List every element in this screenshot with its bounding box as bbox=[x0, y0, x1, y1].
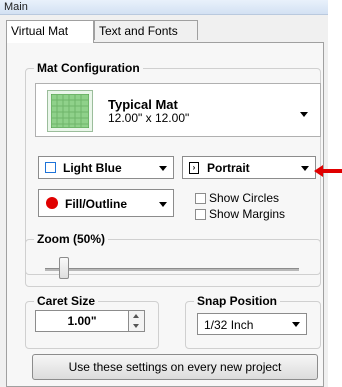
chevron-down-icon bbox=[159, 202, 167, 207]
use-settings-every-project-button[interactable]: Use these settings on every new project bbox=[32, 354, 318, 380]
mat-size: 12.00" x 12.00" bbox=[108, 111, 190, 125]
stepper-down-icon[interactable] bbox=[133, 324, 139, 328]
light-blue-square-icon bbox=[45, 162, 56, 173]
show-margins-checkbox[interactable] bbox=[195, 209, 206, 220]
green-grid-mat-icon bbox=[47, 90, 93, 132]
chevron-down-icon bbox=[292, 322, 300, 327]
show-circles-checkbox[interactable] bbox=[195, 193, 206, 204]
chevron-down-icon bbox=[300, 112, 308, 117]
snap-position-value: 1/32 Inch bbox=[204, 318, 254, 332]
mat-color-dropdown[interactable]: Light Blue bbox=[38, 156, 174, 179]
zoom-slider-track[interactable] bbox=[45, 268, 299, 271]
red-arrow-icon bbox=[314, 165, 342, 177]
panel-title: Main bbox=[0, 0, 328, 15]
snap-position-legend: Snap Position bbox=[197, 294, 278, 308]
display-mode-dropdown[interactable]: Fill/Outline bbox=[38, 189, 174, 217]
stepper-up-icon[interactable] bbox=[133, 314, 139, 318]
display-mode-value: Fill/Outline bbox=[65, 197, 127, 211]
tab-text-and-fonts[interactable]: Text and Fonts bbox=[94, 20, 198, 40]
caret-size-legend: Caret Size bbox=[37, 294, 96, 308]
orientation-dropdown[interactable]: › Portrait bbox=[182, 156, 316, 179]
zoom-group: Zoom (50%) bbox=[25, 232, 321, 287]
chevron-down-icon bbox=[301, 166, 309, 171]
caret-size-stepper[interactable] bbox=[129, 310, 145, 332]
show-margins-label: Show Margins bbox=[209, 207, 286, 221]
red-circle-icon bbox=[46, 197, 58, 209]
mat-name: Typical Mat bbox=[108, 97, 178, 112]
mat-select[interactable]: Typical Mat 12.00" x 12.00" bbox=[35, 83, 321, 137]
tab-content: Mat Configuration Typical Mat 12.00" x 1… bbox=[6, 42, 324, 387]
tab-virtual-mat[interactable]: Virtual Mat bbox=[6, 20, 94, 43]
zoom-legend: Zoom (50%) bbox=[37, 232, 106, 246]
snap-position-dropdown[interactable]: 1/32 Inch bbox=[197, 313, 307, 335]
chevron-down-icon bbox=[159, 166, 167, 171]
mat-configuration-legend: Mat Configuration bbox=[37, 61, 140, 75]
caret-size-input[interactable]: 1.00" bbox=[35, 310, 129, 332]
show-circles-label: Show Circles bbox=[209, 191, 280, 205]
mat-color-value: Light Blue bbox=[63, 161, 122, 175]
zoom-slider-thumb[interactable] bbox=[59, 257, 69, 279]
portrait-orientation-icon: › bbox=[189, 162, 199, 174]
orientation-value: Portrait bbox=[207, 161, 250, 175]
